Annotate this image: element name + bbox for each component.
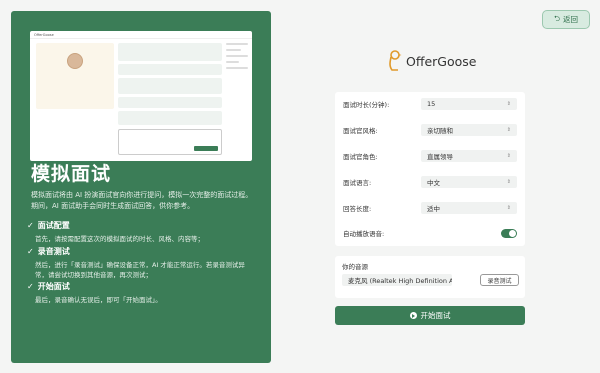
audio-panel: 你的音源 麦克风 (Realtek High Definition Audio)…: [335, 256, 525, 298]
duration-select[interactable]: 15 ⇕: [421, 98, 517, 110]
back-button[interactable]: ⮌ 返回: [542, 10, 590, 29]
preview-sidebar: [226, 43, 248, 155]
intro-description: 模拟面试将由 AI 扮演面试官向你进行提问，模拟一次完整的面试过程。期间，AI …: [31, 191, 253, 210]
auto-play-toggle[interactable]: [501, 228, 517, 238]
chevron-updown-icon: ⇕: [506, 127, 511, 133]
role-select[interactable]: 直属领导 ⇕: [421, 150, 517, 162]
recording-test-button[interactable]: 录音测试: [480, 274, 519, 286]
setting-duration: 面试时长(分钟): 15 ⇕: [343, 97, 519, 111]
intro-panel: OfferGoose 模拟面试 模拟面试将由 AI 扮演面试官向你进行提问，模拟…: [11, 11, 271, 363]
step-heading: 录音测试: [37, 247, 70, 256]
check-icon: ✓: [27, 221, 34, 230]
settings-panel: 面试时长(分钟): 15 ⇕ 面试官风格: 亲切随和 ⇕ 面试官角色: 直属领导 ⇕ …: [335, 92, 525, 246]
check-icon: ✓: [27, 282, 34, 291]
step-body: 最后，录音确认无误后，即可「开始面试」。: [35, 296, 162, 304]
start-label: 开始面试: [420, 311, 451, 320]
audio-label: 你的音源: [342, 263, 368, 271]
back-label: 返回: [563, 15, 578, 24]
chevron-updown-icon: ⇕: [506, 153, 511, 159]
setting-label: 面试官风格:: [343, 127, 378, 135]
preview-input-box: [118, 129, 222, 155]
step-recording-test: ✓ 录音测试 然后，进行「录音测试」确保设备正常，AI 才能正常运行。若录音测试异…: [27, 246, 249, 280]
step-config: ✓ 面试配置 首先，请按需配置这次的模拟面试的时长、风格、内容等；: [27, 220, 249, 244]
setting-style: 面试官风格: 亲切随和 ⇕: [343, 123, 519, 137]
goose-logo-icon: [389, 50, 402, 71]
preview-profile-card: [36, 43, 114, 109]
setting-label: 面试语言:: [343, 179, 372, 187]
style-select[interactable]: 亲切随和 ⇕: [421, 124, 517, 136]
setting-answer-length: 回答长度: 适中 ⇕: [343, 201, 519, 215]
language-select[interactable]: 中文 ⇕: [421, 176, 517, 188]
setting-label: 自动播放语音:: [343, 230, 385, 238]
setting-label: 面试时长(分钟):: [343, 101, 390, 109]
step-heading: 面试配置: [37, 221, 70, 230]
step-start: ✓ 开始面试 最后，录音确认无误后，即可「开始面试」。: [27, 281, 249, 305]
audio-source-select[interactable]: 麦克风 (Realtek High Definition Audio): [342, 274, 452, 286]
logo: OfferGoose: [386, 48, 481, 74]
setting-label: 面试官角色:: [343, 153, 378, 161]
preview-screenshot: OfferGoose: [30, 31, 252, 161]
avatar: [67, 53, 83, 69]
start-interview-button[interactable]: 开始面试: [335, 306, 525, 325]
step-body: 首先，请按需配置这次的模拟面试的时长、风格、内容等；: [35, 235, 204, 243]
chevron-updown-icon: ⇕: [506, 179, 511, 185]
step-body: 然后，进行「录音测试」确保设备正常，AI 才能正常运行。若录音测试异常，请尝试切…: [35, 261, 245, 279]
logo-text: OfferGoose: [406, 53, 477, 69]
answer-length-select[interactable]: 适中 ⇕: [421, 202, 517, 214]
play-icon: [409, 312, 417, 319]
setting-language: 面试语言: 中文 ⇕: [343, 175, 519, 189]
preview-app-bar: OfferGoose: [30, 31, 252, 39]
setting-role: 面试官角色: 直属领导 ⇕: [343, 149, 519, 163]
back-arrow-icon: ⮌: [553, 14, 560, 23]
chevron-updown-icon: ⇕: [506, 101, 511, 107]
check-icon: ✓: [27, 247, 34, 256]
setting-label: 回答长度:: [343, 205, 372, 213]
setting-auto-play: 自动播放语音:: [343, 226, 519, 240]
preview-app-name: OfferGoose: [34, 32, 54, 37]
page-title: 模拟面试: [31, 163, 112, 185]
step-heading: 开始面试: [37, 282, 70, 291]
chevron-updown-icon: ⇕: [506, 205, 511, 211]
